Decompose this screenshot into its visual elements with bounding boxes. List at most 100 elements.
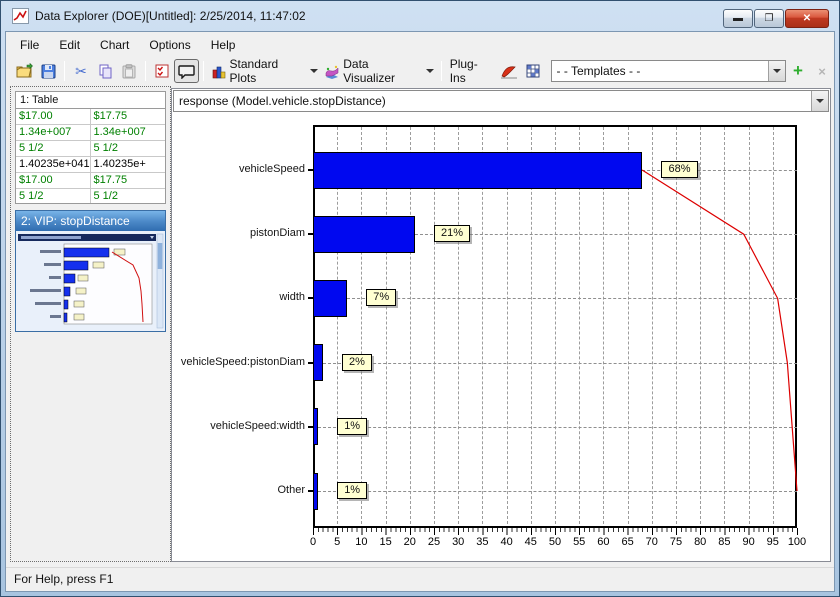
gridline bbox=[773, 127, 774, 524]
table-cell[interactable]: 1.34e+007 bbox=[91, 125, 166, 140]
templates-value: - - Templates - - bbox=[552, 64, 768, 78]
table-row[interactable]: $17.00$17.75 bbox=[16, 173, 165, 189]
chart-panel: response (Model.vehicle.stopDistance) ve… bbox=[171, 88, 831, 562]
leader-line bbox=[347, 298, 797, 299]
maximize-button[interactable]: ❐ bbox=[754, 9, 784, 28]
chevron-down-icon bbox=[310, 69, 318, 73]
y-axis-tick bbox=[308, 297, 313, 299]
menu-chart[interactable]: Chart bbox=[90, 35, 139, 55]
plugin-matrix-button[interactable] bbox=[521, 59, 545, 83]
y-axis-tick bbox=[308, 362, 313, 364]
cut-button[interactable]: ✂ bbox=[69, 59, 93, 83]
gridline bbox=[676, 127, 677, 524]
standard-plots-button[interactable]: Standard Plots bbox=[208, 59, 322, 83]
templates-combobox[interactable]: - - Templates - - bbox=[551, 60, 786, 82]
toolbar-separator bbox=[145, 61, 146, 81]
menu-edit[interactable]: Edit bbox=[49, 35, 90, 55]
menu-file[interactable]: File bbox=[10, 35, 49, 55]
save-floppy-icon bbox=[41, 64, 56, 79]
open-button[interactable] bbox=[12, 59, 36, 83]
table-cell[interactable]: $17.00 bbox=[16, 109, 91, 124]
plugin-plot-button[interactable] bbox=[497, 59, 521, 83]
vip-thumbnail[interactable] bbox=[16, 231, 165, 331]
table-row[interactable]: 1.34e+0071.34e+007 bbox=[16, 125, 165, 141]
app-window: Data Explorer (DOE)[Untitled]: 2/25/2014… bbox=[0, 0, 840, 597]
value-label: 68% bbox=[661, 161, 697, 178]
surface-plot-icon bbox=[324, 64, 340, 79]
menu-options[interactable]: Options bbox=[139, 35, 200, 55]
table-panel[interactable]: 1: Table $17.00$17.751.34e+0071.34e+0075… bbox=[15, 91, 166, 204]
leader-line bbox=[323, 363, 797, 364]
chevron-down-icon bbox=[426, 69, 434, 73]
table-row[interactable]: $17.00$17.75 bbox=[16, 109, 165, 125]
plus-icon: + bbox=[793, 61, 803, 81]
response-dropdown-arrow[interactable] bbox=[811, 91, 828, 111]
app-chart-icon bbox=[12, 8, 29, 24]
plugins-label: Plug-Ins bbox=[446, 57, 497, 85]
gridline bbox=[724, 127, 725, 524]
leader-line bbox=[318, 491, 797, 492]
vip-panel[interactable]: 2: VIP: stopDistance bbox=[15, 210, 166, 332]
category-label: vehicleSpeed bbox=[173, 163, 305, 175]
vip-panel-title: 2: VIP: stopDistance bbox=[16, 211, 165, 231]
delete-template-button[interactable]: × bbox=[810, 59, 834, 83]
category-label: vehicleSpeed:width bbox=[173, 420, 305, 432]
scissors-icon: ✂ bbox=[75, 63, 87, 80]
bar bbox=[313, 152, 642, 189]
value-label: 21% bbox=[434, 225, 470, 242]
delete-x-icon: × bbox=[818, 64, 826, 79]
leader-line bbox=[415, 234, 797, 235]
category-label: vehicleSpeed:pistonDiam bbox=[173, 356, 305, 368]
gridline bbox=[700, 127, 701, 524]
add-template-button[interactable]: + bbox=[786, 59, 810, 83]
toolbar-separator bbox=[441, 61, 442, 81]
menu-help[interactable]: Help bbox=[201, 35, 246, 55]
category-label: pistonDiam bbox=[173, 227, 305, 239]
table-cell[interactable]: 1.40235e+ bbox=[91, 157, 166, 172]
table-cell[interactable]: 5 1/2 bbox=[16, 141, 91, 156]
data-visualizer-button[interactable]: Data Visualizer bbox=[321, 59, 436, 83]
table-row[interactable]: 5 1/25 1/2 bbox=[16, 141, 165, 157]
speech-bubble-icon bbox=[178, 64, 195, 79]
table-cell[interactable]: 5 1/2 bbox=[91, 189, 166, 204]
table-row[interactable]: 5 1/25 1/2 bbox=[16, 189, 165, 204]
toolbar-separator bbox=[203, 61, 204, 81]
table-cell[interactable]: 5 1/2 bbox=[91, 141, 166, 156]
title-bar[interactable]: Data Explorer (DOE)[Untitled]: 2/25/2014… bbox=[1, 1, 839, 31]
red-curve-plot-icon bbox=[500, 64, 518, 79]
gridline bbox=[652, 127, 653, 524]
annotation-button[interactable] bbox=[174, 59, 199, 83]
bar bbox=[313, 280, 347, 317]
table-cell[interactable]: 1.34e+007 bbox=[16, 125, 91, 140]
client-area: FileEditChartOptionsHelp ✂ bbox=[5, 31, 835, 592]
status-bar: For Help, press F1 bbox=[6, 567, 834, 591]
y-axis-tick bbox=[308, 233, 313, 235]
value-label: 1% bbox=[337, 482, 367, 499]
x-axis-major-ticks bbox=[313, 528, 798, 535]
table-cell[interactable]: $17.00 bbox=[16, 173, 91, 188]
paste-button[interactable] bbox=[117, 59, 141, 83]
close-button[interactable]: ✕ bbox=[785, 9, 829, 28]
window-title: Data Explorer (DOE)[Untitled]: 2/25/2014… bbox=[35, 9, 306, 23]
sidebar: 1: Table $17.00$17.751.34e+0071.34e+0075… bbox=[10, 86, 171, 562]
minimize-button[interactable]: ▬ bbox=[723, 9, 753, 28]
table-cell[interactable]: $17.75 bbox=[91, 173, 166, 188]
checklist-icon bbox=[155, 64, 169, 78]
table-row[interactable]: 1.40235e+0411.40235e+ bbox=[16, 157, 165, 173]
templates-dropdown-arrow[interactable] bbox=[768, 61, 785, 81]
table-panel-title: 1: Table bbox=[16, 92, 165, 109]
toolbar-separator bbox=[64, 61, 65, 81]
save-button[interactable] bbox=[36, 59, 60, 83]
bar bbox=[313, 473, 318, 510]
leader-line bbox=[318, 427, 797, 428]
gridline bbox=[749, 127, 750, 524]
table-cell[interactable]: 5 1/2 bbox=[16, 189, 91, 204]
bar bbox=[313, 344, 323, 381]
y-axis-tick bbox=[308, 169, 313, 171]
table-cell[interactable]: 1.40235e+041 bbox=[16, 157, 91, 172]
checklist-button[interactable] bbox=[150, 59, 174, 83]
value-label: 1% bbox=[337, 418, 367, 435]
response-combobox[interactable]: response (Model.vehicle.stopDistance) bbox=[173, 90, 829, 112]
table-cell[interactable]: $17.75 bbox=[91, 109, 166, 124]
copy-button[interactable] bbox=[93, 59, 117, 83]
